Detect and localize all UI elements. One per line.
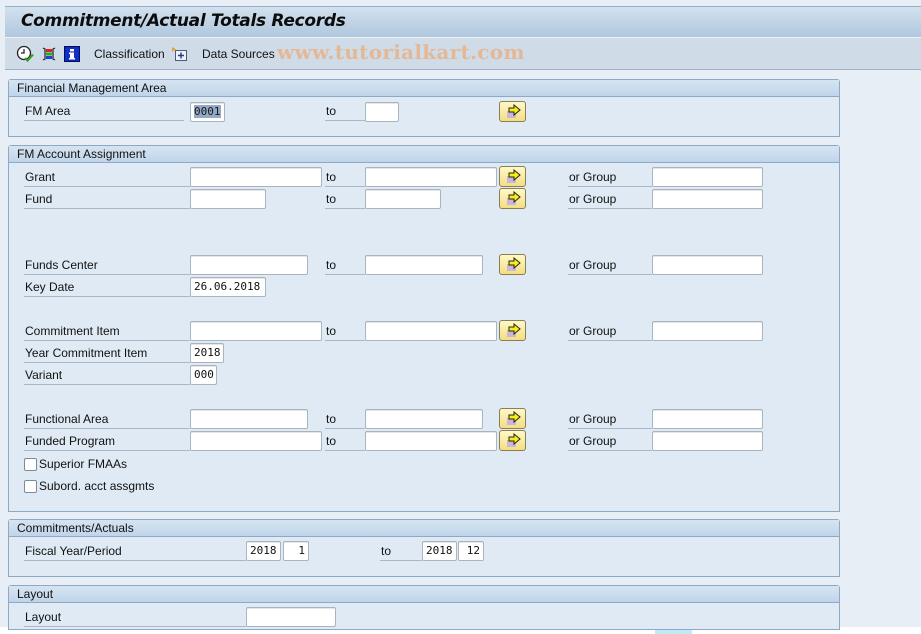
fund-to-label: to [325,190,365,209]
arrow-right-icon [507,191,521,205]
arrow-right-icon [507,323,521,337]
arrow-right-icon [507,433,521,447]
funded-program-to-label: to [325,432,365,451]
funds-center-label: Funds Center [24,256,190,275]
year-commitment-item-input[interactable]: 2018 [190,343,224,363]
fund-group-label: or Group [568,190,652,209]
fiscal-to-label: to [380,542,422,561]
funds-center-from-input[interactable] [190,255,308,275]
fund-label: Fund [24,190,190,209]
status-bar-fragment [655,630,692,634]
classification-button[interactable]: Classification [94,45,165,63]
page-title: Commitment/Actual Totals Records [21,11,346,31]
funds-center-multiple-selection-button[interactable] [499,254,526,275]
data-sources-button[interactable]: Data Sources [202,45,275,63]
group-title: Commitments/Actuals [9,520,839,537]
grant-multiple-selection-button[interactable] [499,166,526,187]
funds-center-group-input[interactable] [652,255,763,275]
layout-input[interactable] [246,607,336,627]
application-toolbar: Classification Data Sources www.tutorial… [5,37,921,70]
year-commitment-item-label: Year Commitment Item [24,344,190,363]
grant-from-input[interactable] [190,167,322,187]
to-period-input[interactable]: 12 [458,541,484,561]
group-layout: Layout Layout [8,585,840,630]
fund-group-input[interactable] [652,189,763,209]
variant-label: Variant [24,366,190,385]
fm-area-to-input[interactable] [365,102,399,122]
funded-program-label: Funded Program [24,432,190,451]
execute-clock-icon[interactable] [16,45,34,63]
group-financial-management-area: Financial Management Area FM Area 0001 t… [8,79,840,137]
subord-acct-assgmts-checkbox[interactable] [24,480,37,493]
functional-area-from-input[interactable] [190,409,308,429]
functional-area-group-input[interactable] [652,409,763,429]
commitment-item-to-label: to [325,322,365,341]
commitment-item-group-label: or Group [568,322,652,341]
from-period-input[interactable]: 1 [283,541,309,561]
layout-label: Layout [24,608,246,627]
subord-acct-assgmts-label: Subord. acct assgmts [39,479,155,493]
from-fiscal-year-input[interactable]: 2018 [246,541,281,561]
funds-center-group-label: or Group [568,256,652,275]
group-title: FM Account Assignment [9,146,839,163]
functional-area-label: Functional Area [24,410,190,429]
title-bar: Commitment/Actual Totals Records [5,6,921,37]
funded-program-to-input[interactable] [365,431,497,451]
superior-fmaas-checkbox[interactable] [24,458,37,471]
fund-from-input[interactable] [190,189,266,209]
variant-input[interactable]: 000 [190,365,217,385]
sap-screen: Commitment/Actual Totals Records Classif… [0,0,921,630]
grant-to-input[interactable] [365,167,497,187]
funds-center-to-input[interactable] [365,255,483,275]
color-legend-icon[interactable] [41,45,57,63]
fm-area-to-label: to [325,102,365,121]
key-date-input[interactable]: 26.06.2018 [190,277,266,297]
grant-to-label: to [325,168,365,187]
commitment-item-label: Commitment Item [24,322,190,341]
functional-area-multiple-selection-button[interactable] [499,408,526,429]
group-title: Layout [9,586,839,603]
grant-label: Grant [24,168,190,187]
to-fiscal-year-input[interactable]: 2018 [422,541,457,561]
group-title: Financial Management Area [9,80,839,97]
funded-program-multiple-selection-button[interactable] [499,430,526,451]
fm-area-from-input[interactable]: 0001 [190,102,225,122]
group-fm-account-assignment: FM Account Assignment Grant to or Group … [8,145,840,512]
watermark-text: www.tutorialkart.com [277,40,525,64]
fm-area-multiple-selection-button[interactable] [499,101,526,122]
arrow-right-icon [507,411,521,425]
fiscal-year-period-label: Fiscal Year/Period [24,542,246,561]
arrow-right-icon [507,169,521,183]
functional-area-to-label: to [325,410,365,429]
commitment-item-to-input[interactable] [365,321,497,341]
fund-multiple-selection-button[interactable] [499,188,526,209]
fund-to-input[interactable] [365,189,441,209]
superior-fmaas-label: Superior FMAAs [39,457,128,471]
funds-center-to-label: to [325,256,365,275]
functional-area-group-label: or Group [568,410,652,429]
functional-area-to-input[interactable] [365,409,483,429]
arrow-right-icon [507,104,521,118]
commitment-item-group-input[interactable] [652,321,763,341]
commitment-item-from-input[interactable] [190,321,322,341]
fm-area-label: FM Area [24,102,184,121]
info-icon[interactable] [64,45,80,63]
funded-program-group-label: or Group [568,432,652,451]
arrow-right-icon [507,257,521,271]
grant-group-input[interactable] [652,167,763,187]
commitment-item-multiple-selection-button[interactable] [499,320,526,341]
group-commitments-actuals: Commitments/Actuals Fiscal Year/Period 2… [8,519,840,577]
funded-program-group-input[interactable] [652,431,763,451]
key-date-label: Key Date [24,278,190,297]
funded-program-from-input[interactable] [190,431,322,451]
data-sources-icon[interactable] [171,45,189,63]
grant-group-label: or Group [568,168,652,187]
